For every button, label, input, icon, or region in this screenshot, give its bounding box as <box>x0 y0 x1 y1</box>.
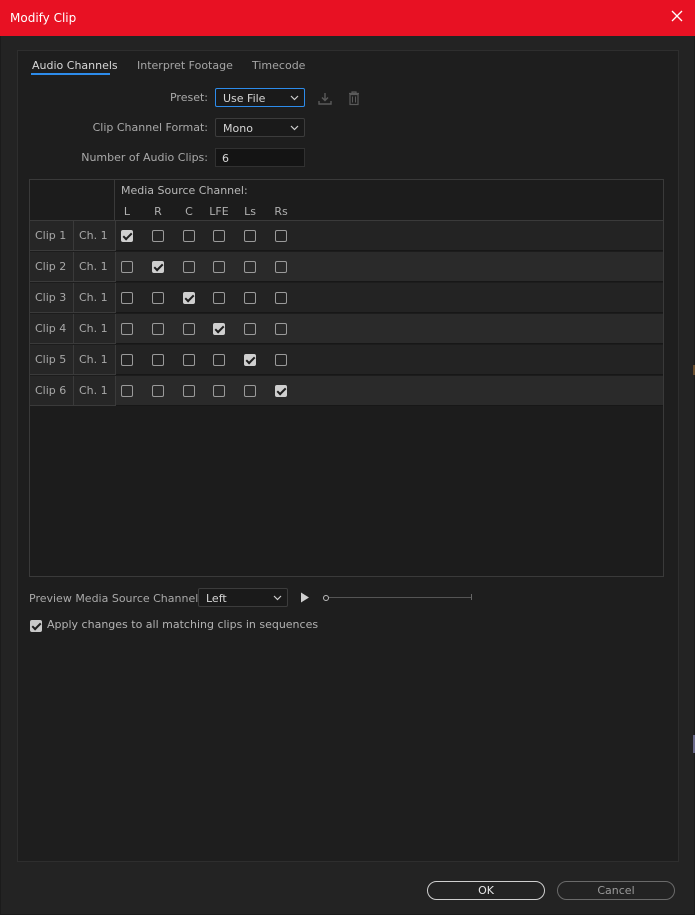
table-row: Clip 4 Ch. 1 <box>30 314 663 344</box>
channel-checkbox[interactable] <box>183 354 195 366</box>
channel-checkbox[interactable] <box>213 292 225 304</box>
tab-timecode[interactable]: Timecode <box>252 59 305 72</box>
channel-checkbox[interactable] <box>152 261 164 273</box>
channel-checkbox[interactable] <box>121 354 133 366</box>
tab-audio-channels[interactable]: Audio Channels <box>32 59 118 72</box>
chevron-down-icon <box>290 125 299 131</box>
chevron-down-icon <box>273 595 282 601</box>
clip-cell: Clip 3 <box>30 283 74 313</box>
channel-checkbox[interactable] <box>275 261 287 273</box>
channel-checkbox[interactable] <box>244 292 256 304</box>
close-icon[interactable] <box>671 10 683 22</box>
apply-changes-label: Apply changes to all matching clips in s… <box>47 618 319 631</box>
channel-checkbox[interactable] <box>152 354 164 366</box>
channel-checkbox[interactable] <box>183 385 195 397</box>
channel-checkbox[interactable] <box>213 354 225 366</box>
tab-interpret-footage[interactable]: Interpret Footage <box>137 59 233 72</box>
channel-mapping-grid: Media Source Channel: L R C LFE Ls Rs Clip 1C… <box>29 179 664 577</box>
table-row: Clip 2 Ch. 1 <box>30 252 663 282</box>
clip-cell: Clip 4 <box>30 314 74 344</box>
save-preset-icon[interactable] <box>317 91 333 107</box>
channel-checkbox[interactable] <box>213 323 225 335</box>
channel-checkbox[interactable] <box>244 354 256 366</box>
clip-cell: Clip 5 <box>30 345 74 375</box>
channel-cell: Ch. 1 <box>74 314 116 344</box>
channel-checkbox[interactable] <box>275 323 287 335</box>
active-tab-indicator <box>31 73 110 75</box>
table-row: Clip 5 Ch. 1 <box>30 345 663 375</box>
channel-checkbox[interactable] <box>244 230 256 242</box>
channel-checkbox[interactable] <box>121 323 133 335</box>
channel-checkbox[interactable] <box>213 230 225 242</box>
table-row: Clip 3 Ch. 1 <box>30 283 663 313</box>
column-header: LFE <box>209 205 229 218</box>
preview-media-source-channel-label: Preview Media Source Channel: <box>29 592 202 605</box>
channel-checkbox[interactable] <box>244 323 256 335</box>
channel-checkbox[interactable] <box>244 385 256 397</box>
column-header: Ls <box>244 205 256 218</box>
clip-channel-format-label: Clip Channel Format: <box>92 121 208 134</box>
channel-checkbox[interactable] <box>275 385 287 397</box>
chevron-down-icon <box>290 95 299 101</box>
num-audio-clips-label: Number of Audio Clips: <box>81 151 208 164</box>
play-icon[interactable] <box>300 592 310 603</box>
channel-checkbox[interactable] <box>213 261 225 273</box>
channel-cell: Ch. 1 <box>74 376 116 406</box>
table-row: Clip 1 Ch. 1 <box>30 221 663 251</box>
channel-checkbox[interactable] <box>275 292 287 304</box>
column-header: C <box>185 205 193 218</box>
audio-channels-panel: Audio Channels Interpret Footage Timecod… <box>17 50 679 862</box>
preview-scrub-end <box>471 594 472 600</box>
preview-channel-value: Left <box>206 592 227 605</box>
channel-checkbox[interactable] <box>121 385 133 397</box>
preset-select[interactable]: Use File <box>215 88 305 107</box>
clip-cell: Clip 6 <box>30 376 74 406</box>
column-header: R <box>154 205 162 218</box>
table-row: Clip 6 Ch. 1 <box>30 376 663 406</box>
clip-channel-format-value: Mono <box>223 122 253 135</box>
channel-checkbox[interactable] <box>152 230 164 242</box>
ok-button[interactable]: OK <box>427 881 545 900</box>
column-header: L <box>123 205 131 218</box>
num-audio-clips-field[interactable]: 6 <box>215 148 305 167</box>
clip-channel-format-select[interactable]: Mono <box>215 118 305 137</box>
channel-checkbox[interactable] <box>152 323 164 335</box>
preset-value: Use File <box>223 92 266 105</box>
title-bar: Modify Clip <box>0 0 695 36</box>
channel-cell: Ch. 1 <box>74 221 116 251</box>
channel-checkbox[interactable] <box>152 292 164 304</box>
dialog-body: Audio Channels Interpret Footage Timecod… <box>1 36 694 914</box>
channel-checkbox[interactable] <box>183 230 195 242</box>
column-header: Rs <box>274 205 288 218</box>
delete-preset-icon[interactable] <box>346 90 362 106</box>
channel-checkbox[interactable] <box>121 230 133 242</box>
window-title: Modify Clip <box>10 11 77 25</box>
clip-cell: Clip 2 <box>30 252 74 282</box>
cancel-button[interactable]: Cancel <box>557 881 675 900</box>
channel-checkbox[interactable] <box>244 261 256 273</box>
channel-cell: Ch. 1 <box>74 252 116 282</box>
channel-checkbox[interactable] <box>183 323 195 335</box>
channel-checkbox[interactable] <box>183 261 195 273</box>
channel-cell: Ch. 1 <box>74 283 116 313</box>
preview-scrub-track[interactable] <box>327 597 472 598</box>
channel-checkbox[interactable] <box>121 261 133 273</box>
apply-changes-checkbox[interactable] <box>30 620 42 632</box>
channel-checkbox[interactable] <box>152 385 164 397</box>
preview-channel-select[interactable]: Left <box>198 588 288 607</box>
media-source-channel-header: Media Source Channel: <box>121 184 248 197</box>
channel-cell: Ch. 1 <box>74 345 116 375</box>
channel-checkbox[interactable] <box>275 354 287 366</box>
grid-header-corner <box>30 180 115 220</box>
preset-label: Preset: <box>169 91 208 104</box>
channel-checkbox[interactable] <box>121 292 133 304</box>
preview-scrub-handle[interactable] <box>323 595 329 601</box>
channel-checkbox[interactable] <box>183 292 195 304</box>
channel-checkbox[interactable] <box>275 230 287 242</box>
clip-cell: Clip 1 <box>30 221 74 251</box>
num-audio-clips-value: 6 <box>222 152 229 165</box>
channel-checkbox[interactable] <box>213 385 225 397</box>
